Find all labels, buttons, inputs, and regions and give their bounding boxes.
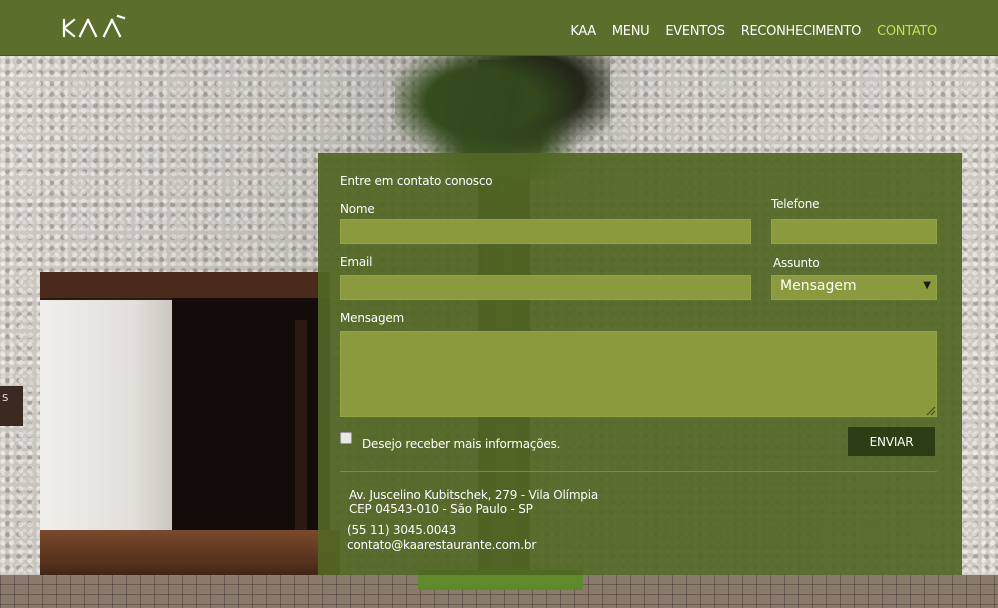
mensagem-label: Mensagem <box>340 311 405 325</box>
nav-item-menu[interactable]: MENU <box>612 24 650 40</box>
nome-field-wrapper <box>340 219 751 244</box>
panel-divider <box>340 471 937 472</box>
nav-item-kaa[interactable]: KAA <box>570 24 596 40</box>
wall-sign-text: S <box>2 393 9 404</box>
contact-panel: Entre em contato conosco Nome Telefone E… <box>318 153 962 575</box>
assunto-selected-value: Mensagem <box>780 278 857 294</box>
assunto-label: Assunto <box>773 256 820 270</box>
enviar-button[interactable]: ENVIAR <box>848 427 935 456</box>
assunto-select[interactable]: Mensagem ▼ <box>771 275 937 300</box>
contact-phone: (55 11) 3045.0043 <box>347 523 457 537</box>
newsletter-checkbox-label: Desejo receber mais informações. <box>362 437 561 451</box>
nav-item-eventos[interactable]: EVENTOS <box>665 24 725 40</box>
address-line-1: Av. Juscelino Kubitschek, 279 - Vila Olí… <box>349 488 599 502</box>
email-input[interactable] <box>340 275 751 300</box>
resize-grip-icon[interactable] <box>927 407 935 415</box>
nome-label: Nome <box>340 202 375 216</box>
entrance-canopy <box>40 272 330 298</box>
mensagem-textarea[interactable] <box>340 331 937 417</box>
main-nav: KAA MENU EVENTOS RECONHECIMENTO CONTATO <box>554 24 937 40</box>
entrance-side-wall <box>40 300 175 545</box>
newsletter-checkbox[interactable] <box>340 432 352 444</box>
contact-email-link[interactable]: contato@kaarestaurante.com.br <box>347 538 536 552</box>
email-label: Email <box>340 255 373 269</box>
site-header: KAA KAA MENU EVENTOS RECONHECIMENTO CONT… <box>0 0 998 56</box>
kaa-logo-icon <box>62 14 126 38</box>
wooden-deck <box>40 530 340 578</box>
door-frame <box>295 320 307 535</box>
telefone-field-wrapper <box>771 219 937 244</box>
telefone-label: Telefone <box>771 197 820 211</box>
wall-sign: S <box>0 386 23 426</box>
nav-item-reconhecimento[interactable]: RECONHECIMENTO <box>741 24 862 40</box>
mensagem-field-wrapper <box>340 331 937 417</box>
nome-input[interactable] <box>340 219 751 244</box>
email-field-wrapper <box>340 275 751 300</box>
address-line-2: CEP 04543-010 - São Paulo - SP <box>349 502 533 516</box>
telefone-input[interactable] <box>771 219 937 244</box>
nav-item-contato[interactable]: CONTATO <box>877 24 937 40</box>
kaa-logo[interactable]: KAA <box>62 14 130 40</box>
dropdown-arrow-icon: ▼ <box>923 280 931 291</box>
contact-form-title: Entre em contato conosco <box>340 174 493 188</box>
